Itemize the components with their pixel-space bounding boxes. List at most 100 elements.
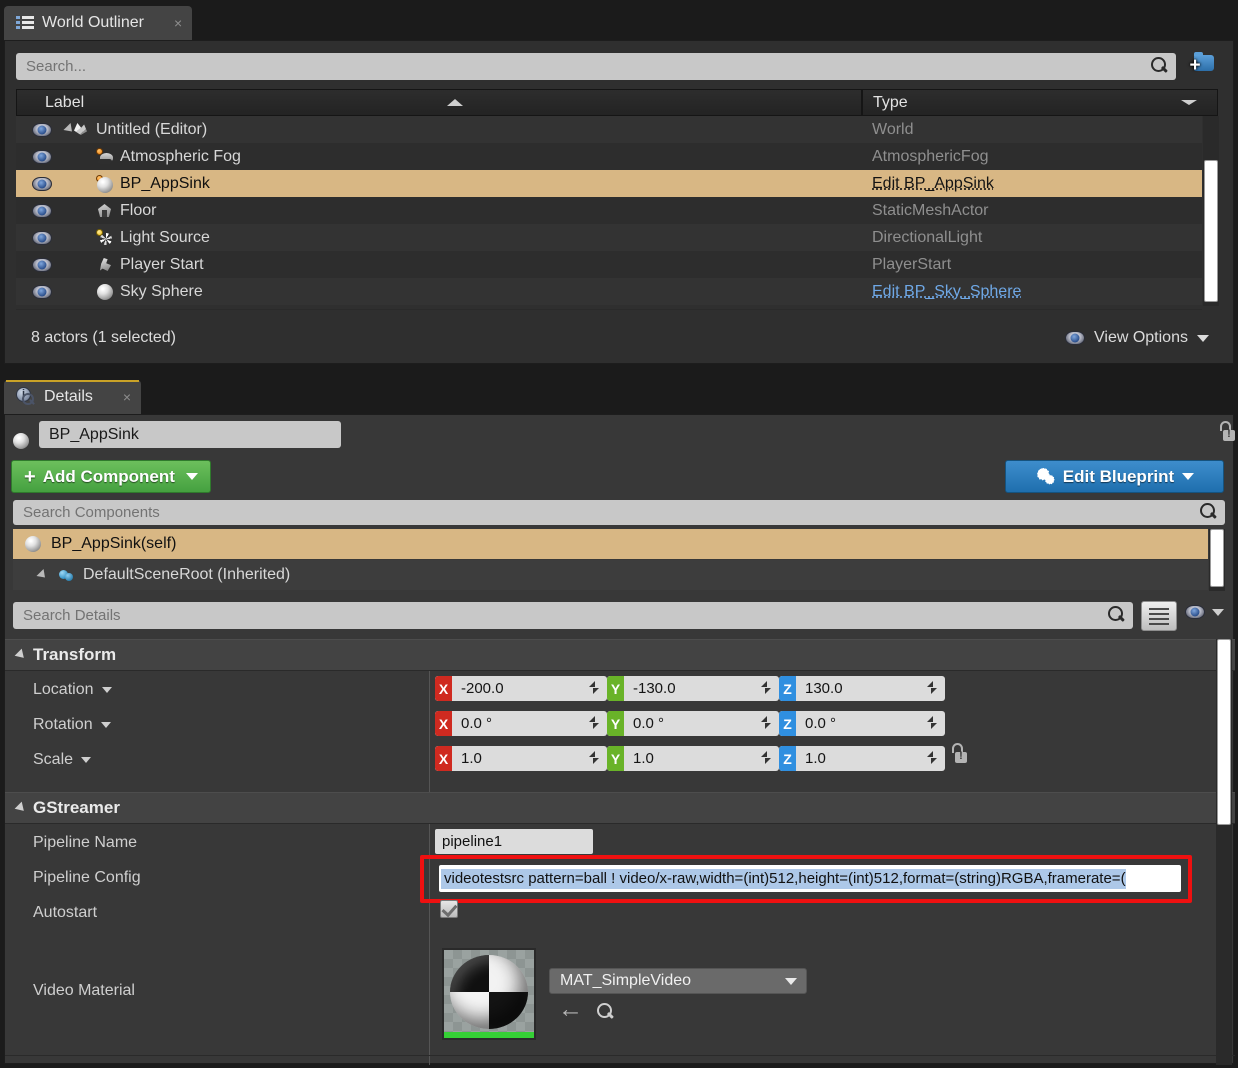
video-material-asset-picker[interactable]: MAT_SimpleVideo — [549, 968, 807, 994]
chevron-down-icon[interactable] — [100, 722, 111, 728]
drag-handle-icon[interactable] — [759, 676, 775, 701]
view-options-button[interactable]: View Options — [1065, 329, 1209, 347]
component-tree-item[interactable]: DefaultSceneRoot (Inherited) — [13, 560, 1208, 590]
display-options-grid-button[interactable] — [1141, 601, 1177, 631]
actor-name-input[interactable]: BP_AppSink — [39, 421, 341, 448]
scale-label: Scale — [33, 751, 74, 768]
drag-handle-icon[interactable] — [759, 711, 775, 736]
outliner-row[interactable]: Untitled (Editor) World — [16, 116, 1202, 143]
scale-y-input[interactable]: Y 1.0 — [607, 746, 779, 771]
outliner-row[interactable]: Light Source DirectionalLight — [16, 224, 1202, 251]
column-header-label[interactable]: Label — [16, 89, 862, 116]
outliner-row[interactable]: Player Start PlayerStart — [16, 251, 1202, 278]
video-material-value: MAT_SimpleVideo — [560, 972, 692, 989]
details-scrollbar[interactable] — [1216, 639, 1232, 1065]
section-header-transform[interactable]: Transform — [5, 639, 429, 671]
location-x-input[interactable]: X -200.0 — [435, 676, 607, 701]
outliner-row-type: PlayerStart — [872, 255, 952, 273]
chevron-down-icon — [185, 473, 198, 480]
location-z-value: 130.0 — [805, 680, 843, 697]
outliner-row-type[interactable]: Edit BP_Sky_Sphere — [872, 283, 1021, 301]
rotation-x-input[interactable]: X 0.0 ° — [435, 711, 607, 736]
view-options-label: View Options — [1094, 329, 1188, 346]
component-tree-item[interactable]: BP_AppSink(self) — [13, 529, 1208, 559]
outliner-search-placeholder: Search... — [26, 58, 87, 75]
search-icon — [596, 1002, 613, 1019]
material-type-bar — [444, 1032, 534, 1038]
row-visibility-toggle[interactable] — [32, 176, 52, 191]
browse-to-asset-button[interactable] — [596, 1002, 613, 1023]
edit-blueprint-label: Edit Blueprint — [1062, 466, 1175, 486]
section-header-transform-label: Transform — [33, 645, 117, 664]
drag-handle-icon[interactable] — [759, 746, 775, 771]
scale-z-input[interactable]: Z 1.0 — [779, 746, 945, 771]
expander-icon[interactable] — [36, 568, 49, 582]
search-details-input[interactable]: Search Details — [13, 602, 1133, 629]
column-header-type-text: Type — [873, 93, 908, 111]
autostart-checkbox[interactable] — [440, 900, 458, 918]
scale-x-value: 1.0 — [461, 750, 482, 767]
outliner-row-type: AtmosphericFog — [872, 147, 989, 165]
drag-handle-icon[interactable] — [587, 711, 603, 736]
chevron-down-icon[interactable] — [101, 687, 112, 693]
plus-icon: + — [24, 465, 36, 488]
add-component-button[interactable]: + Add Component — [11, 460, 211, 493]
outliner-scrollbar-thumb[interactable] — [1204, 160, 1218, 302]
tab-world-outliner[interactable]: World Outliner × — [4, 6, 193, 40]
rotation-x-value: 0.0 ° — [461, 715, 493, 732]
component-scrollbar-thumb[interactable] — [1210, 529, 1224, 587]
rotation-y-input[interactable]: Y 0.0 ° — [607, 711, 779, 736]
component-tree-item-label: BP_AppSink(self) — [51, 535, 177, 552]
location-y-input[interactable]: Y -130.0 — [607, 676, 779, 701]
property-label-rotation: Rotation — [5, 716, 111, 734]
column-header-type[interactable]: Type — [862, 89, 1218, 116]
scale-x-input[interactable]: X 1.0 — [435, 746, 607, 771]
row-visibility-toggle[interactable] — [32, 203, 52, 218]
drag-handle-icon[interactable] — [587, 676, 603, 701]
outliner-search-input[interactable]: Search... — [16, 53, 1176, 80]
outliner-row-label: Floor — [120, 201, 157, 219]
search-components-input[interactable]: Search Components — [13, 500, 1225, 525]
column-header-label-text: Label — [45, 93, 85, 111]
row-visibility-toggle[interactable] — [32, 284, 52, 299]
eye-icon — [1185, 605, 1205, 619]
outliner-row[interactable]: BP_AppSink Edit BP_AppSink — [16, 170, 1202, 197]
tab-details[interactable]: i Details × — [4, 380, 142, 414]
drag-handle-icon[interactable] — [925, 711, 941, 736]
edit-blueprint-button[interactable]: Edit Blueprint — [1005, 460, 1224, 493]
drag-handle-icon[interactable] — [925, 676, 941, 701]
component-tree: BP_AppSink(self) DefaultSceneRoot (Inheri… — [13, 529, 1208, 591]
pipeline-name-label: Pipeline Name — [33, 834, 138, 851]
outliner-row[interactable]: Atmospheric Fog AtmosphericFog — [16, 143, 1202, 170]
row-visibility-toggle[interactable] — [32, 122, 52, 137]
row-visibility-toggle[interactable] — [32, 230, 52, 245]
search-icon — [1107, 605, 1133, 627]
details-info-icon: i — [16, 387, 36, 407]
row-visibility-toggle[interactable] — [32, 149, 52, 164]
axis-label-y: Y — [607, 676, 624, 701]
tab-details-close-icon[interactable]: × — [123, 390, 131, 404]
drag-handle-icon[interactable] — [925, 746, 941, 771]
details-scrollbar-thumb[interactable] — [1217, 639, 1231, 825]
drag-handle-icon[interactable] — [587, 746, 603, 771]
use-selected-asset-button[interactable]: ← — [558, 997, 583, 1022]
outliner-row-label: BP_AppSink — [120, 174, 210, 192]
tab-world-outliner-close-icon[interactable]: × — [174, 16, 182, 30]
location-z-input[interactable]: Z 130.0 — [779, 676, 945, 701]
rotation-z-value: 0.0 ° — [805, 715, 837, 732]
chevron-down-icon[interactable] — [81, 757, 92, 763]
video-material-thumbnail[interactable] — [442, 948, 536, 1040]
outliner-row-type[interactable]: Edit BP_AppSink — [872, 175, 994, 193]
rotation-z-input[interactable]: Z 0.0 ° — [779, 711, 945, 736]
pipeline-name-input[interactable]: pipeline1 — [435, 829, 593, 854]
outliner-row[interactable]: Floor StaticMeshActor — [16, 197, 1202, 224]
details-view-options-button[interactable] — [1185, 605, 1224, 619]
section-header-gstreamer[interactable]: GStreamer — [5, 792, 429, 824]
component-scrollbar[interactable] — [1209, 529, 1225, 591]
property-label-scale: Scale — [5, 751, 92, 769]
row-visibility-toggle[interactable] — [32, 257, 52, 272]
outliner-scrollbar[interactable] — [1203, 116, 1219, 306]
outliner-row[interactable]: Sky Sphere Edit BP_Sky_Sphere — [16, 278, 1202, 305]
unreal-editor-window: World Outliner × Search... + Label Type … — [0, 0, 1238, 1068]
axis-label-x: X — [435, 711, 452, 736]
